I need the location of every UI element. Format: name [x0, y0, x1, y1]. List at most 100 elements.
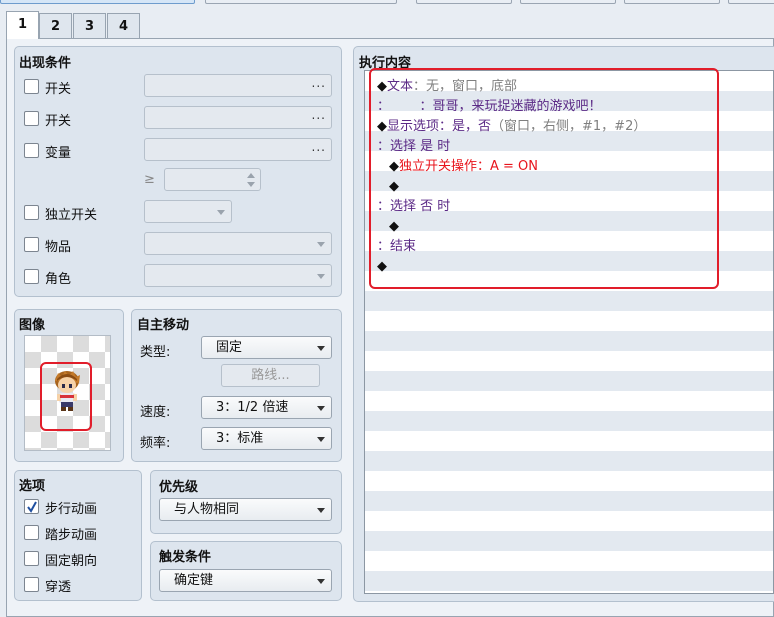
- tab-page-1[interactable]: 1: [6, 11, 39, 39]
- stepping-animation-label: 踏步动画: [45, 528, 98, 543]
- chevron-down-icon: [317, 346, 325, 351]
- checkmark-icon: [27, 501, 37, 513]
- stepping-animation-checkbox[interactable]: [24, 525, 39, 540]
- walking-animation-checkbox[interactable]: [24, 499, 39, 514]
- chevron-down-icon: [317, 579, 325, 584]
- move-speed-label: 速度:: [140, 405, 171, 420]
- character-sprite-icon: [55, 371, 80, 411]
- gte-symbol: ≥: [144, 172, 155, 187]
- list-item[interactable]: ◆显示选项：是，否（窗口，右侧，#1，#2）: [377, 117, 646, 137]
- spinner-arrows-icon[interactable]: [246, 171, 256, 189]
- move-speed-select[interactable]: 3：1/2 倍速: [201, 396, 332, 419]
- priority-value: 与人物相同: [174, 502, 240, 517]
- route-button-label: 路线...: [251, 368, 290, 383]
- variable-checkbox[interactable]: [24, 143, 39, 158]
- switch1-field[interactable]: ...: [144, 74, 332, 97]
- list-item[interactable]: ◆文本：无，窗口，底部: [377, 77, 517, 97]
- diamond-icon: ◆: [389, 179, 399, 194]
- top-button-5[interactable]: [624, 0, 720, 4]
- actor-select[interactable]: [144, 264, 332, 287]
- move-frequency-label: 频率:: [140, 436, 171, 451]
- character-image-preview[interactable]: [24, 335, 111, 451]
- command-text: 独立开关操作：A = ON: [399, 159, 539, 174]
- switch1-label: 开关: [45, 82, 72, 97]
- move-type-value: 固定: [216, 340, 243, 355]
- move-type-label: 类型:: [140, 345, 171, 360]
- top-button-2[interactable]: [205, 0, 397, 4]
- move-type-select[interactable]: 固定: [201, 336, 332, 359]
- chevron-down-icon: [317, 406, 325, 411]
- item-label: 物品: [45, 240, 72, 255]
- list-item[interactable]: ：选择 否 时: [377, 197, 450, 217]
- move-frequency-select[interactable]: 3：标准: [201, 427, 332, 450]
- command-text: 文本: [387, 79, 414, 94]
- route-button[interactable]: 路线...: [221, 364, 320, 387]
- options-title: 选项: [19, 479, 46, 494]
- chevron-down-icon: [317, 274, 325, 279]
- variable-value-spinner[interactable]: [164, 168, 261, 191]
- top-button-1[interactable]: [0, 0, 195, 4]
- top-button-4[interactable]: [520, 0, 616, 4]
- move-speed-value: 3：1/2 倍速: [216, 400, 289, 415]
- branch-text: ：结束: [377, 239, 417, 254]
- direction-fix-checkbox[interactable]: [24, 551, 39, 566]
- actor-checkbox[interactable]: [24, 269, 39, 284]
- conditions-title: 出现条件: [19, 56, 72, 71]
- move-frequency-value: 3：标准: [216, 431, 264, 446]
- command-text: 显示选项：是，否: [387, 119, 492, 134]
- event-command-list[interactable]: ◆文本：无，窗口，底部 ：：哥哥，来玩捉迷藏的游戏吧！ ◆显示选项：是，否（窗口…: [364, 70, 774, 594]
- switch2-label: 开关: [45, 114, 72, 129]
- trigger-value: 确定键: [174, 573, 214, 588]
- branch-text: ：选择 是 时: [377, 139, 451, 154]
- command-args: （窗口，右侧，#1，#2）: [491, 119, 647, 134]
- variable-field[interactable]: ...: [144, 138, 332, 161]
- item-checkbox[interactable]: [24, 237, 39, 252]
- switch2-field[interactable]: ...: [144, 106, 332, 129]
- list-item[interactable]: ◆: [389, 177, 399, 197]
- command-args: ：无，窗口，底部: [413, 79, 518, 94]
- list-item[interactable]: ： ：哥哥，来玩捉迷藏的游戏吧！: [377, 97, 602, 117]
- variable-label: 变量: [45, 146, 72, 161]
- switch2-ellipsis: ...: [311, 108, 326, 122]
- diamond-icon: ◆: [377, 259, 387, 274]
- priority-select[interactable]: 与人物相同: [159, 498, 332, 521]
- chevron-down-icon: [217, 210, 225, 215]
- diamond-icon: ◆: [377, 119, 387, 134]
- list-item[interactable]: ：结束: [377, 237, 416, 257]
- tab-page-3[interactable]: 3: [73, 13, 106, 39]
- self-switch-select[interactable]: [144, 200, 232, 223]
- list-item[interactable]: ◆独立开关操作：A = ON: [389, 157, 538, 177]
- top-button-3[interactable]: [416, 0, 512, 4]
- self-switch-checkbox[interactable]: [24, 205, 39, 220]
- message-text: ：哥哥，来玩捉迷藏的游戏吧！: [419, 99, 602, 114]
- trigger-title: 触发条件: [159, 550, 212, 565]
- through-checkbox[interactable]: [24, 577, 39, 592]
- tab-page-2[interactable]: 2: [39, 13, 72, 39]
- actor-label: 角色: [45, 272, 72, 287]
- direction-fix-label: 固定朝向: [45, 554, 98, 569]
- switch1-checkbox[interactable]: [24, 79, 39, 94]
- autonomous-movement-title: 自主移动: [137, 318, 190, 333]
- list-item[interactable]: ◆: [377, 257, 387, 277]
- chevron-down-icon: [317, 242, 325, 247]
- item-select[interactable]: [144, 232, 332, 255]
- switch1-ellipsis: ...: [311, 76, 326, 90]
- chevron-down-icon: [317, 508, 325, 513]
- self-switch-label: 独立开关: [45, 208, 98, 223]
- priority-title: 优先级: [159, 480, 199, 495]
- variable-ellipsis: ...: [311, 140, 326, 154]
- contents-title: 执行内容: [359, 56, 412, 71]
- line-prefix: ：: [377, 99, 384, 114]
- tab-page-4[interactable]: 4: [107, 13, 140, 39]
- diamond-icon: ◆: [389, 159, 399, 174]
- list-item[interactable]: ：选择 是 时: [377, 137, 450, 157]
- diamond-icon: ◆: [377, 79, 387, 94]
- trigger-select[interactable]: 确定键: [159, 569, 332, 592]
- chevron-down-icon: [317, 437, 325, 442]
- switch2-checkbox[interactable]: [24, 111, 39, 126]
- list-item[interactable]: ◆: [389, 217, 399, 237]
- top-button-6[interactable]: [728, 0, 774, 4]
- through-label: 穿透: [45, 580, 72, 595]
- diamond-icon: ◆: [389, 219, 399, 234]
- branch-text: ：选择 否 时: [377, 199, 451, 214]
